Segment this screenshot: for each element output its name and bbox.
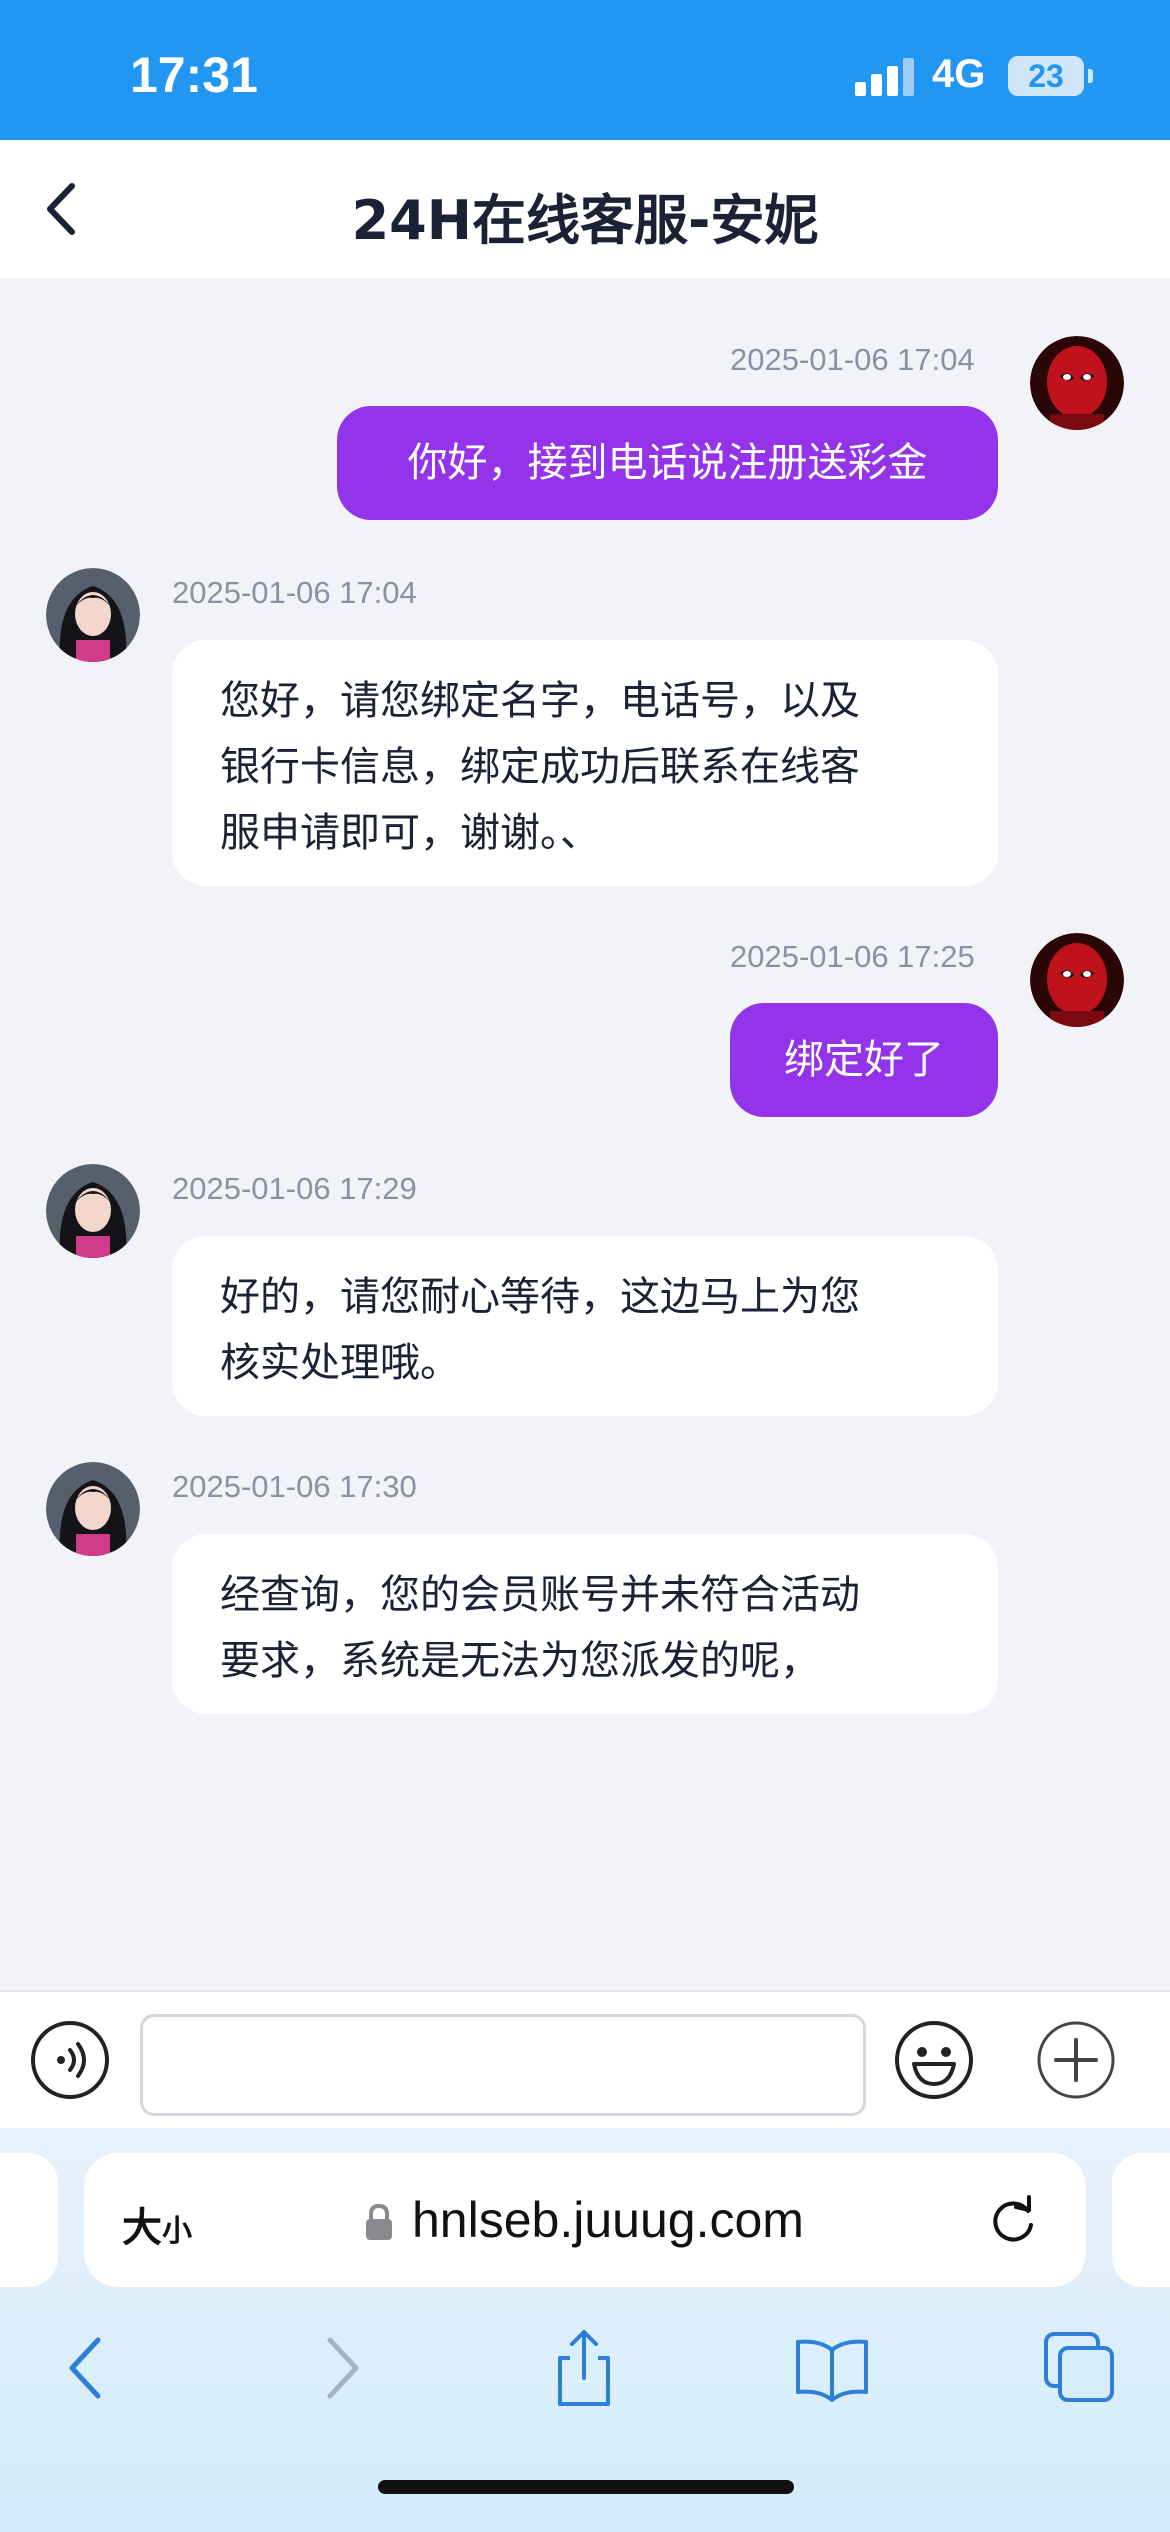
agent-avatar[interactable] xyxy=(46,1462,140,1556)
reload-icon xyxy=(993,2195,1033,2242)
agent-avatar[interactable] xyxy=(46,1164,140,1258)
message-timestamp: 2025-01-06 17:29 xyxy=(172,1171,417,1206)
tabs-button[interactable] xyxy=(1040,2328,1120,2408)
add-attachment-button[interactable] xyxy=(1034,2018,1118,2106)
message-line: 核实处理哦。 xyxy=(220,1340,460,1386)
tabs-icon xyxy=(1044,2332,1114,2402)
status-time: 17:31 xyxy=(130,47,258,103)
message-bubble-outgoing[interactable]: 绑定好了 xyxy=(730,1003,998,1117)
text-size-button[interactable]: 大小 xyxy=(122,2195,192,2253)
plus-icon xyxy=(1037,2021,1115,2099)
message-input-bar xyxy=(0,1990,1170,2128)
user-avatar[interactable] xyxy=(1030,933,1124,1027)
battery-tip xyxy=(1088,69,1093,83)
address-bar[interactable]: 大小 hnlseb.juuug.com xyxy=(84,2153,1086,2287)
share-button[interactable] xyxy=(544,2328,624,2408)
lock-icon xyxy=(366,2203,392,2240)
voice-button[interactable] xyxy=(28,2018,112,2106)
user-avatar[interactable] xyxy=(1030,336,1124,430)
forward-icon xyxy=(327,2337,359,2399)
message-line: 要求，系统是无法为您派发的呢， xyxy=(220,1638,820,1684)
share-icon xyxy=(558,2330,610,2406)
chat-header: 24H在线客服-安妮 xyxy=(0,140,1170,278)
home-indicator[interactable] xyxy=(378,2480,794,2494)
message-timestamp: 2025-01-06 17:30 xyxy=(172,1469,417,1504)
bookmarks-icon xyxy=(796,2339,868,2402)
text-size-small: 小 xyxy=(162,2214,192,2249)
battery-icon: 23 xyxy=(1008,56,1084,96)
reload-button[interactable] xyxy=(984,2191,1044,2251)
message-bubble-incoming[interactable]: 经查询，您的会员账号并未符合活动 要求，系统是无法为您派发的呢， xyxy=(172,1534,998,1714)
status-bar: 17:31 4G 23 xyxy=(0,0,1170,140)
voice-icon xyxy=(31,2021,109,2099)
message-bubble-incoming[interactable]: 您好，请您绑定名字，电话号，以及 银行卡信息，绑定成功后联系在线客 服申请即可，… xyxy=(172,640,998,886)
browser-forward-button[interactable] xyxy=(300,2328,380,2408)
signal-strength-icon xyxy=(855,58,915,96)
agent-avatar[interactable] xyxy=(46,568,140,662)
page-title: 24H在线客服-安妮 xyxy=(351,189,819,252)
message-line: 服申请即可，谢谢。、 xyxy=(220,810,600,856)
message-bubble-incoming[interactable]: 好的，请您耐心等待，这边马上为您 核实处理哦。 xyxy=(172,1236,998,1416)
message-line: 银行卡信息，绑定成功后联系在线客 xyxy=(220,744,860,790)
message-line: 您好，请您绑定名字，电话号，以及 xyxy=(220,678,860,724)
browser-toolbar: 大小 hnlseb.juuug.com xyxy=(0,2128,1170,2532)
url-text: hnlseb.juuug.com xyxy=(412,2192,804,2248)
message-line: 经查询，您的会员账号并未符合活动 xyxy=(220,1572,860,1618)
chat-messages[interactable]: 2025-01-06 17:04 你好，接到电话说注册送彩金 2025-01-0… xyxy=(0,278,1170,1990)
message-timestamp: 2025-01-06 17:04 xyxy=(730,342,975,377)
network-type: 4G xyxy=(932,52,986,96)
browser-back-button[interactable] xyxy=(48,2328,128,2408)
message-timestamp: 2025-01-06 17:04 xyxy=(172,575,417,610)
previous-tab-card[interactable] xyxy=(0,2153,58,2287)
text-size-big: 大 xyxy=(122,2205,162,2251)
message-timestamp: 2025-01-06 17:25 xyxy=(730,939,975,974)
next-tab-card[interactable] xyxy=(1112,2153,1170,2287)
emoji-button[interactable] xyxy=(892,2018,976,2106)
message-line: 好的，请您耐心等待，这边马上为您 xyxy=(220,1274,860,1320)
bookmarks-button[interactable] xyxy=(792,2328,872,2408)
back-icon xyxy=(69,2337,101,2399)
message-input[interactable] xyxy=(140,2014,866,2116)
message-bubble-outgoing[interactable]: 你好，接到电话说注册送彩金 xyxy=(337,406,998,520)
emoji-icon xyxy=(895,2021,973,2099)
